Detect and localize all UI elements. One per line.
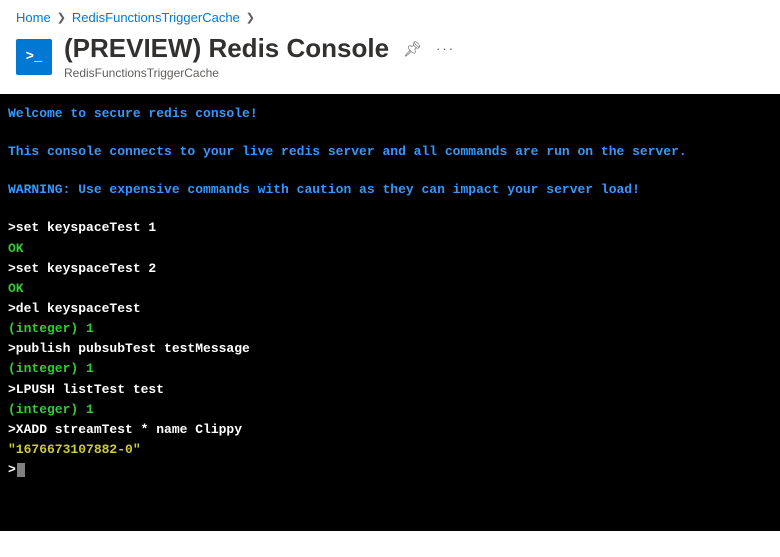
console-command: >XADD streamTest * name Clippy [8,420,772,440]
chevron-right-icon: ❯ [246,11,255,24]
console-command: >set keyspaceTest 2 [8,259,772,279]
console-info: This console connects to your live redis… [8,142,772,162]
breadcrumb-home[interactable]: Home [16,10,51,25]
console-welcome: Welcome to secure redis console! [8,104,772,124]
console-command: >LPUSH listTest test [8,380,772,400]
breadcrumb-resource[interactable]: RedisFunctionsTriggerCache [72,10,240,25]
console-response: OK [8,239,772,259]
console-response: (integer) 1 [8,400,772,420]
console-command: >del keyspaceTest [8,299,772,319]
page-subtitle: RedisFunctionsTriggerCache [64,66,455,80]
console-command: >publish pubsubTest testMessage [8,339,772,359]
console-response: "1676673107882-0" [8,440,772,460]
console-response: (integer) 1 [8,359,772,379]
console-response: (integer) 1 [8,319,772,339]
cursor-icon [17,463,25,477]
console-service-icon: >_ [16,39,52,75]
title-row: >_ (PREVIEW) Redis Console 📌︎ ··· RedisF… [16,33,764,80]
pin-icon[interactable]: 📌︎ [403,40,422,58]
header-region: Home ❯ RedisFunctionsTriggerCache ❯ >_ (… [0,0,780,94]
chevron-right-icon: ❯ [57,11,66,24]
more-menu-icon[interactable]: ··· [436,41,455,56]
console-output: >set keyspaceTest 1OK>set keyspaceTest 2… [8,218,772,460]
redis-console[interactable]: Welcome to secure redis console! This co… [0,94,780,531]
console-response: OK [8,279,772,299]
breadcrumb: Home ❯ RedisFunctionsTriggerCache ❯ [16,10,764,25]
console-warning: WARNING: Use expensive commands with cau… [8,180,772,200]
console-command: >set keyspaceTest 1 [8,218,772,238]
console-prompt[interactable]: > [8,460,772,480]
page-title: (PREVIEW) Redis Console 📌︎ ··· [64,33,455,64]
